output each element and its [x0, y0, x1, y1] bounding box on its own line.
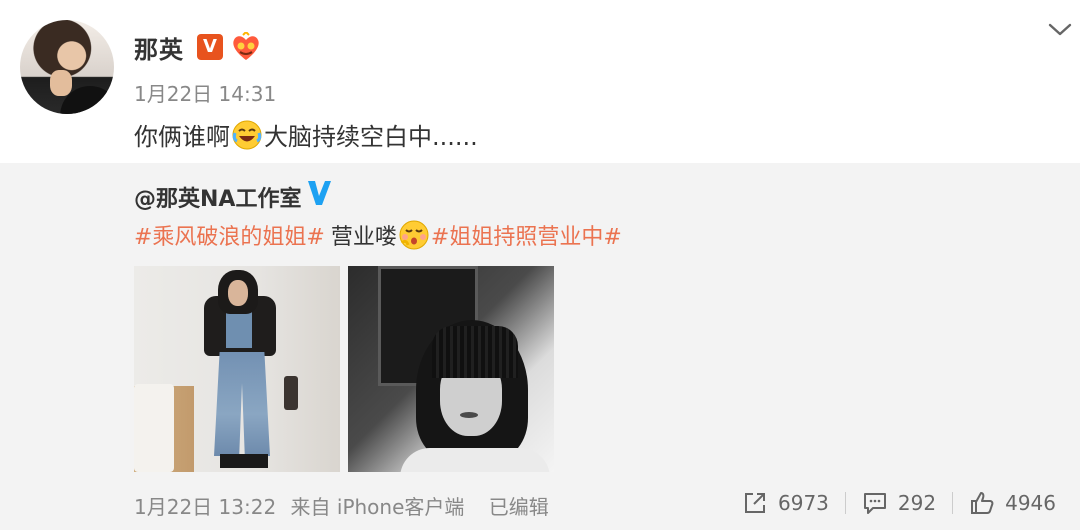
vip-heart-icon — [233, 32, 259, 60]
post-text-part-1: 你俩谁啊 — [134, 123, 230, 151]
post-header: 那英 V 1月22日 14:31 你俩谁啊 大脑持续空白中...... — [0, 0, 1080, 163]
repost-count: 6973 — [778, 491, 829, 515]
photo-detail — [220, 454, 268, 468]
photo-detail — [400, 448, 550, 472]
verified-badge-icon: V — [197, 34, 223, 60]
avatar[interactable] — [20, 20, 114, 114]
shy-kiss-emoji-icon — [399, 220, 429, 250]
thumbs-up-icon — [971, 492, 994, 514]
edited-label[interactable]: 已编辑 — [489, 495, 549, 519]
post-timestamp[interactable]: 1月22日 14:31 — [134, 78, 276, 107]
avatar-hand — [50, 70, 72, 96]
repost-meta: 1月22日 13:22 来自 iPhone客户端 已编辑 — [134, 491, 549, 520]
post-username[interactable]: 那英 — [134, 30, 184, 65]
repost-source: 来自 iPhone客户端 — [290, 495, 465, 519]
laughing-crying-emoji-icon — [232, 120, 262, 149]
repost-button[interactable]: 6973 — [726, 490, 845, 516]
hashtag-link[interactable]: #乘风破浪的姐姐# — [134, 219, 325, 251]
photo-detail — [228, 280, 248, 306]
like-count: 4946 — [1005, 491, 1056, 515]
hashtag-link[interactable]: #姐姐持照营业中# — [431, 219, 622, 251]
like-button[interactable]: 4946 — [953, 490, 1072, 516]
repost-card[interactable]: @那英NA工作室 #乘风破浪的姐姐# 营业喽 #姐姐持照营业中# 1月22日 1… — [0, 163, 1080, 530]
repost-author[interactable]: @那英NA工作室 — [134, 181, 301, 213]
photo-detail — [214, 352, 270, 456]
comment-icon — [863, 493, 886, 514]
chevron-down-icon[interactable] — [1047, 22, 1073, 38]
share-icon — [745, 493, 765, 513]
repost-text-part: 营业喽 — [330, 225, 397, 250]
photo-bw-portrait[interactable] — [348, 266, 554, 472]
comment-button[interactable]: 292 — [846, 490, 952, 516]
post-text-part-2: 大脑持续空白中...... — [264, 123, 478, 151]
post-content: 你俩谁啊 大脑持续空白中...... — [134, 117, 478, 152]
photo-detail — [432, 326, 518, 378]
repost-content: #乘风破浪的姐姐# 营业喽 #姐姐持照营业中# — [134, 219, 622, 251]
action-bar: 6973 292 4946 — [726, 487, 1072, 519]
verified-blue-icon — [308, 181, 331, 205]
photo-fashion-denim[interactable] — [134, 266, 340, 472]
photo-detail — [284, 376, 298, 410]
comment-count: 292 — [897, 491, 937, 515]
photo-detail — [134, 384, 174, 472]
photo-detail — [460, 412, 478, 418]
repost-timestamp[interactable]: 1月22日 13:22 — [134, 495, 276, 519]
